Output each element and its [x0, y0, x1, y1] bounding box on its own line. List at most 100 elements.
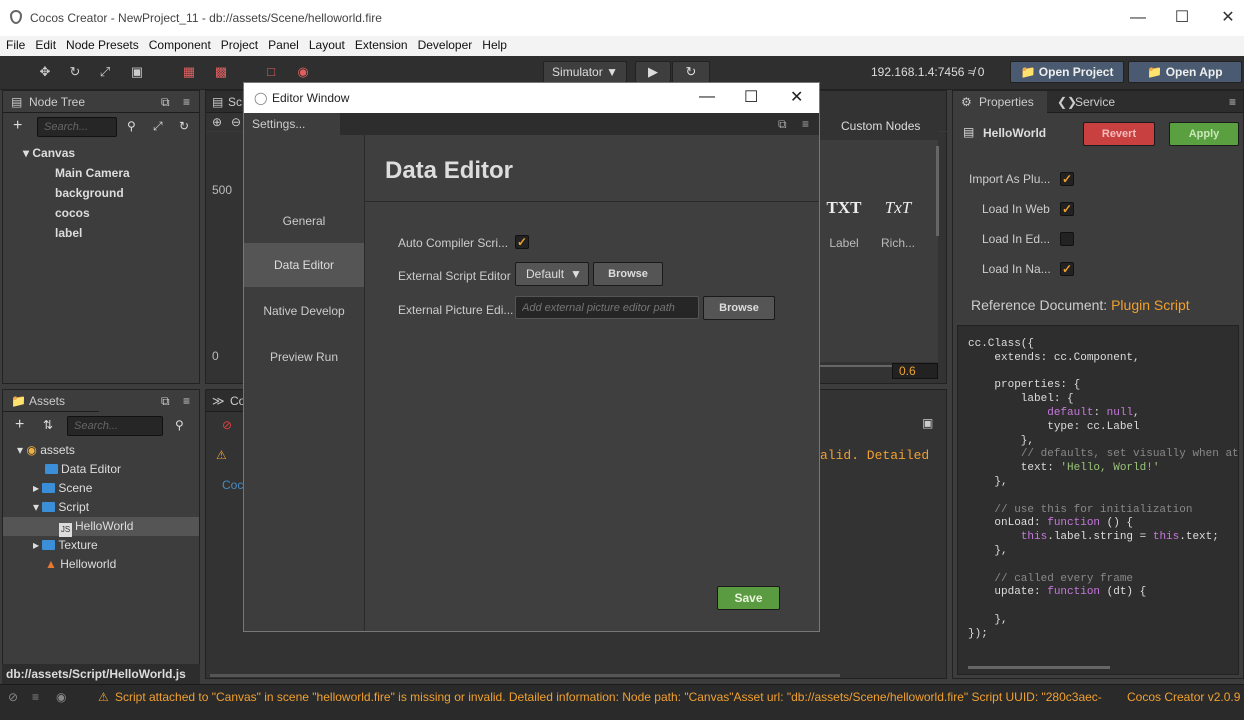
asset-label: Helloworld	[60, 557, 117, 571]
refresh-button[interactable]: ↻	[672, 61, 710, 83]
menu-project[interactable]: Project	[215, 36, 262, 52]
menu-developer[interactable]: Developer	[412, 36, 477, 52]
rotate-tool-icon[interactable]: ↻	[62, 62, 88, 82]
zoom-value[interactable]: 0.6	[892, 363, 938, 379]
popout-icon[interactable]: ⧉	[161, 91, 170, 113]
asset-data-editor[interactable]: Data Editor	[3, 460, 199, 479]
log-icon[interactable]: ≡	[32, 690, 39, 704]
zoom-slider[interactable]	[820, 365, 892, 367]
load-in-web-checkbox[interactable]: ✓	[1060, 202, 1074, 216]
add-node-icon[interactable]: +	[13, 117, 22, 135]
nav-data-editor[interactable]: Data Editor	[244, 243, 364, 287]
add-asset-icon[interactable]: +	[15, 416, 24, 434]
close-icon[interactable]: ✕	[790, 87, 803, 107]
apply-button[interactable]: Apply	[1169, 122, 1239, 146]
simulator-dropdown[interactable]: Simulator ▼	[543, 61, 627, 83]
panel-menu-icon[interactable]: ≡	[183, 91, 190, 113]
rect-tool-icon[interactable]: ▣	[124, 62, 150, 82]
nav-general[interactable]: General	[244, 199, 364, 243]
anchor-pivot-icon[interactable]: ▦	[176, 62, 202, 82]
zoom-in-icon[interactable]: ⊕	[212, 115, 222, 129]
nav-preview-run[interactable]: Preview Run	[244, 335, 364, 379]
external-picture-editor-input[interactable]	[515, 296, 699, 319]
collapse-icon[interactable]: ▣	[922, 416, 933, 430]
panel-menu-icon[interactable]: ≡	[1229, 91, 1236, 113]
menu-file[interactable]: File	[0, 36, 29, 52]
open-app-button[interactable]: 📁 Open App	[1128, 61, 1242, 83]
maximize-icon[interactable]: ☐	[744, 87, 758, 107]
global-icon[interactable]: ◉	[290, 62, 316, 82]
menu-node-presets[interactable]: Node Presets	[60, 36, 143, 52]
service-tab-label: Service	[1075, 95, 1116, 109]
close-icon[interactable]: ✕	[1218, 8, 1238, 28]
tab-custom-nodes[interactable]: Custom Nodes	[820, 112, 938, 140]
import-as-plugin-checkbox[interactable]: ✓	[1060, 172, 1074, 186]
menu-extension[interactable]: Extension	[349, 36, 412, 52]
asset-search-input[interactable]: Search...	[67, 416, 163, 436]
tree-node-canvas[interactable]: ▾ Canvas	[23, 143, 193, 163]
clear-console-icon[interactable]: ⊘	[222, 418, 232, 432]
tree-node-cocos[interactable]: cocos	[23, 203, 193, 223]
browse-script-button[interactable]: Browse	[593, 262, 663, 286]
scrollbar[interactable]	[210, 674, 840, 677]
tree-node-background[interactable]: background	[23, 183, 193, 203]
tab-properties[interactable]: ⚙ Properties	[953, 91, 1047, 113]
minimize-icon[interactable]: —	[1128, 8, 1148, 28]
tree-node-main-camera[interactable]: Main Camera	[23, 163, 193, 183]
menu-layout[interactable]: Layout	[303, 36, 349, 52]
refresh-icon[interactable]: ↻	[179, 119, 189, 133]
gizmo-icon[interactable]: □	[258, 62, 284, 82]
asset-scene[interactable]: ▸ Scene	[3, 479, 199, 498]
search-icon[interactable]: ⚲	[127, 119, 136, 133]
menu-edit[interactable]: Edit	[29, 36, 60, 52]
maximize-icon[interactable]: ☐	[1172, 8, 1192, 28]
tab-settings[interactable]: Settings...	[244, 113, 340, 135]
richtext-node-icon[interactable]: TxT	[876, 198, 920, 218]
expand-icon[interactable]: ⤢	[153, 119, 163, 134]
move-tool-icon[interactable]: ✥	[32, 62, 58, 82]
clear-icon[interactable]: ⊘	[8, 690, 18, 704]
external-script-editor-select[interactable]: Default ▼	[515, 262, 589, 286]
menu-component[interactable]: Component	[143, 36, 215, 52]
open-project-button[interactable]: 📁 Open Project	[1010, 61, 1124, 83]
console-tab[interactable]: ≫ Co	[206, 390, 245, 412]
eye-icon[interactable]: ◉	[56, 690, 66, 704]
auto-compiler-checkbox[interactable]: ✓	[515, 235, 529, 249]
panel-menu-icon[interactable]: ≡	[183, 394, 190, 408]
label-node-icon[interactable]: TXT	[824, 198, 864, 218]
nav-native-develop[interactable]: Native Develop	[244, 289, 364, 333]
node-search-input[interactable]: Search...	[37, 117, 117, 137]
save-button[interactable]: Save	[717, 586, 780, 610]
asset-helloworld-scene[interactable]: ▲ Helloworld	[3, 555, 199, 574]
folder-icon	[45, 464, 58, 474]
search-icon[interactable]: ⚲	[175, 418, 184, 432]
browse-picture-button[interactable]: Browse	[703, 296, 775, 320]
menu-panel[interactable]: Panel	[262, 36, 303, 52]
panel-menu-icon[interactable]: ≡	[802, 117, 809, 131]
asset-helloworld-js[interactable]: JS HelloWorld	[3, 517, 199, 537]
popout-icon[interactable]: ⧉	[778, 117, 787, 132]
console-link[interactable]: Coc	[222, 478, 243, 492]
sort-icon[interactable]: ⇅	[43, 418, 53, 432]
local-global-icon[interactable]: ▩	[208, 62, 234, 82]
play-button[interactable]: ▶	[635, 61, 671, 83]
tab-service[interactable]: ❮❯ Service	[1057, 91, 1147, 113]
scrollbar[interactable]	[968, 666, 1110, 669]
scrollbar[interactable]	[936, 146, 939, 236]
load-in-native-checkbox[interactable]: ✓	[1060, 262, 1074, 276]
menu-help[interactable]: Help	[476, 36, 511, 52]
zoom-out-icon[interactable]: ⊖	[231, 115, 241, 129]
load-in-editor-checkbox[interactable]	[1060, 232, 1074, 246]
plugin-script-link[interactable]: Plugin Script	[1111, 297, 1190, 313]
revert-button[interactable]: Revert	[1083, 122, 1155, 146]
minimize-icon[interactable]: —	[699, 88, 715, 106]
asset-root[interactable]: ▾ ◉ assets	[3, 441, 199, 460]
asset-texture[interactable]: ▸ Texture	[3, 536, 199, 555]
scene-tab[interactable]: ▤ Sc	[206, 91, 242, 113]
popout-icon[interactable]: ⧉	[161, 394, 170, 409]
scale-tool-icon[interactable]: ⤢	[92, 62, 118, 82]
asset-script[interactable]: ▾ Script	[3, 498, 199, 517]
asset-path: db://assets/Script/HelloWorld.js	[2, 664, 200, 684]
folder-icon	[42, 540, 56, 550]
tree-node-label[interactable]: label	[23, 223, 193, 243]
